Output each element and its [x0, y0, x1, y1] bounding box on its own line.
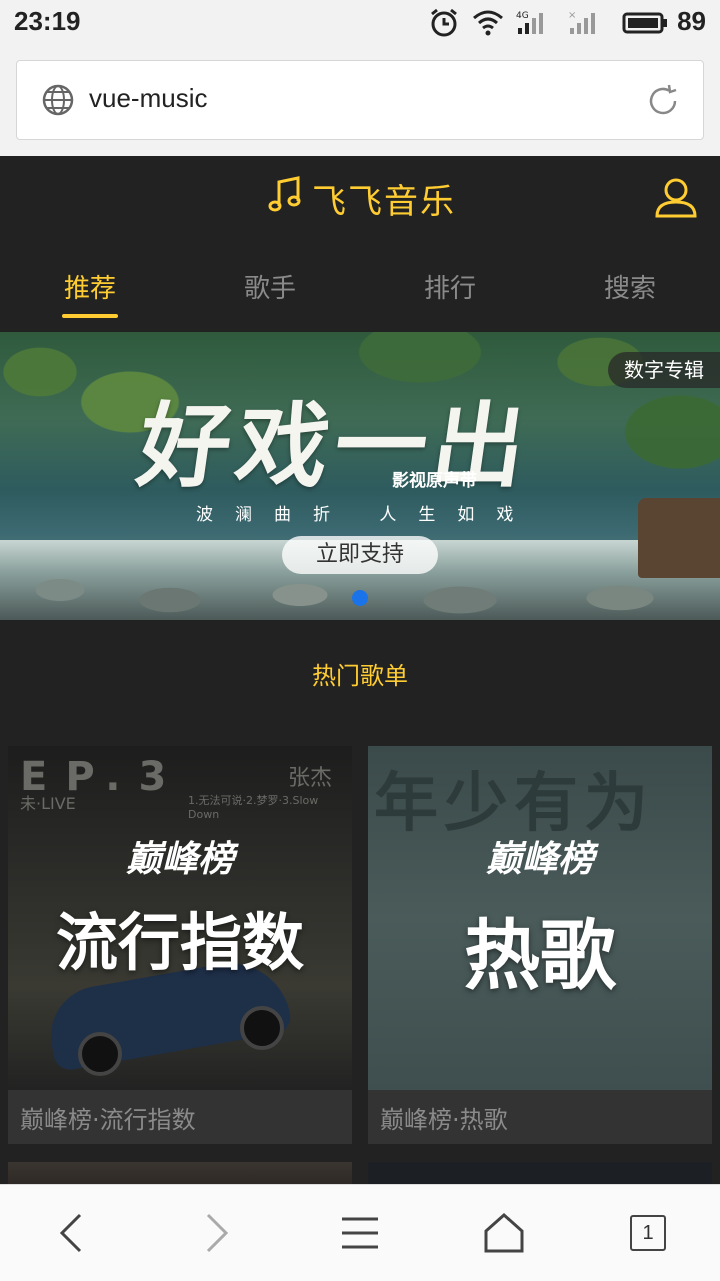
playlist-card[interactable]: 年少有为 巅峰榜 热歌 巅峰榜·热歌 — [368, 746, 712, 1144]
signal-4g-icon: 4G — [516, 11, 543, 34]
tab-rank[interactable]: 排行 — [360, 244, 540, 332]
cover-tracks: 1.无法可说·2.梦罗·3.Slow Down — [188, 794, 319, 821]
back-icon[interactable] — [52, 1209, 92, 1257]
globe-icon — [42, 84, 74, 116]
cover-title: 热歌 — [464, 911, 616, 1000]
tab-count-button[interactable]: 1 — [630, 1215, 666, 1251]
cover-live: 未·LIVE — [20, 794, 76, 813]
forward-icon[interactable] — [196, 1209, 236, 1257]
svg-text:×: × — [568, 10, 576, 21]
app-header: 飞飞音乐 — [0, 156, 720, 244]
tab-search[interactable]: 搜索 — [540, 244, 720, 332]
playlist-cover[interactable]: EP.3 张杰 未·LIVE 1.无法可说·2.梦罗·3.Slow Down 巅… — [8, 746, 352, 1090]
tab-singer[interactable]: 歌手 — [180, 244, 360, 332]
alarm-icon — [431, 8, 457, 37]
cover-brand: 巅峰榜 — [125, 838, 234, 880]
signal-icon: × — [568, 10, 595, 34]
banner-slider[interactable]: 好戏一出 影视原声带 波澜曲折 人生如戏 立即支持 数字专辑 — [0, 332, 720, 620]
tab-recommend[interactable]: 推荐 — [0, 244, 180, 332]
playlist-card[interactable]: EP.3 张杰 未·LIVE 1.无法可说·2.梦罗·3.Slow Down 巅… — [8, 746, 352, 1144]
banner-support-button[interactable]: 立即支持 — [282, 536, 438, 574]
battery-icon — [622, 12, 667, 34]
cover-artist: 张杰 — [287, 766, 332, 791]
home-icon[interactable] — [482, 1209, 526, 1257]
reload-icon[interactable] — [643, 81, 683, 121]
browser-bottom-nav: 1 — [0, 1184, 720, 1281]
tab-bar: 推荐 歌手 排行 搜索 — [0, 244, 720, 332]
network-label: 4G — [516, 11, 529, 21]
banner-boat-image — [638, 498, 720, 578]
banner-badge: 数字专辑 — [608, 352, 720, 388]
wifi-icon — [473, 10, 503, 36]
banner-tag: 影视原声带 — [392, 471, 477, 491]
car-wheel — [78, 1032, 122, 1076]
section-title: 热门歌单 — [312, 662, 408, 690]
car-wheel — [240, 1006, 284, 1050]
user-icon[interactable] — [654, 176, 698, 220]
menu-icon[interactable] — [338, 1209, 382, 1257]
cover-brand: 巅峰榜 — [485, 838, 594, 880]
banner-subtitle: 波澜曲折 人生如戏 — [196, 505, 536, 525]
music-note-icon — [268, 176, 301, 212]
banner-title: 好戏一出 — [131, 392, 539, 500]
status-bar: 23:19 4G × 89 — [0, 0, 720, 46]
playlist-name: 巅峰榜·流行指数 — [20, 1106, 196, 1134]
banner-dot-indicator[interactable] — [352, 590, 368, 606]
battery-percent: 89 — [677, 6, 706, 36]
status-time: 23:19 — [14, 6, 81, 36]
app-title: 飞飞音乐 — [312, 182, 456, 222]
playlist-name: 巅峰榜·热歌 — [380, 1106, 508, 1134]
cover-title: 流行指数 — [55, 906, 304, 979]
playlist-cover[interactable]: 年少有为 巅峰榜 热歌 — [368, 746, 712, 1090]
browser-toolbar: vue-music — [0, 46, 720, 156]
url-bar[interactable]: vue-music — [16, 60, 704, 140]
url-text[interactable]: vue-music — [89, 83, 207, 114]
